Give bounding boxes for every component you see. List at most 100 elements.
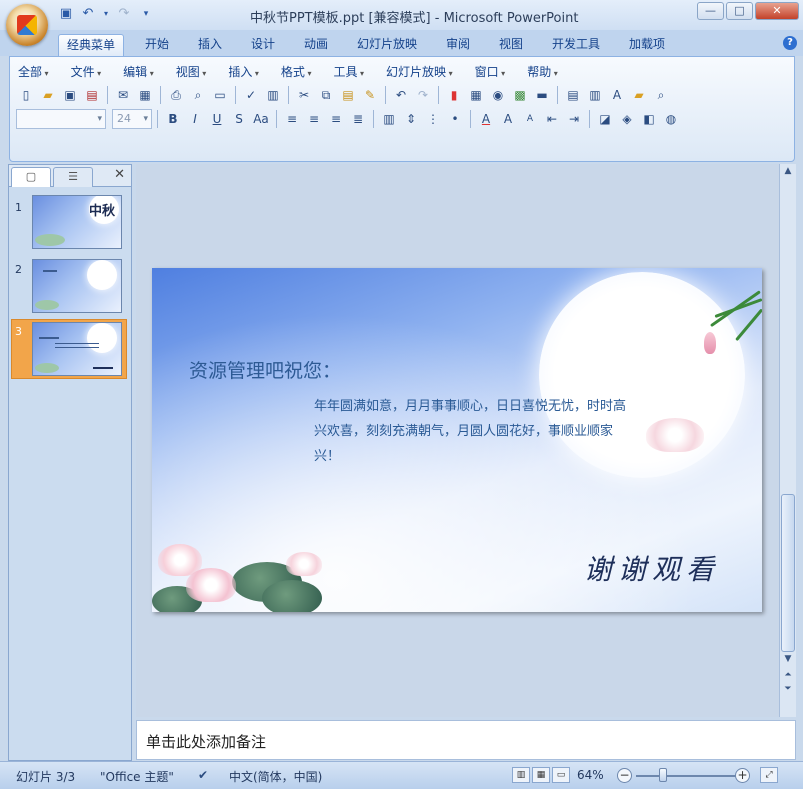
close-pane-icon[interactable]: ✕ (114, 167, 125, 182)
new-slide-icon[interactable]: ▤ (563, 85, 583, 105)
zoom-out-button[interactable]: − (617, 768, 632, 783)
grow-font-icon[interactable]: A (498, 109, 518, 129)
minimize-button[interactable]: — (697, 2, 724, 20)
shape-fill-icon[interactable]: ◍ (661, 109, 681, 129)
tab-outline[interactable]: ☰ (53, 167, 93, 187)
save-icon[interactable]: ▣ (60, 85, 80, 105)
zoom-slider-track[interactable] (636, 775, 736, 777)
tab-home[interactable]: 开始 (137, 34, 177, 56)
bullets-icon[interactable]: • (445, 109, 465, 129)
permission-icon[interactable]: ▤ (82, 85, 102, 105)
fit-to-window-icon[interactable]: ⤢ (760, 767, 778, 783)
font-name-combo[interactable] (16, 109, 106, 129)
arrange-icon[interactable]: ◈ (617, 109, 637, 129)
email-icon[interactable]: ✉ (113, 85, 133, 105)
change-case-icon[interactable]: Aa (251, 109, 271, 129)
save-icon[interactable]: ▣ (58, 6, 74, 22)
bold-icon[interactable]: B (163, 109, 183, 129)
slide-thanks-text[interactable]: 谢谢观看 (584, 548, 720, 588)
open-icon[interactable]: ▰ (38, 85, 58, 105)
new-icon[interactable]: ▯ (16, 85, 36, 105)
print-icon[interactable]: ⎙ (166, 85, 186, 105)
scroll-thumb[interactable] (781, 494, 795, 652)
paste-icon[interactable]: ▤ (338, 85, 358, 105)
slideshow-view-button[interactable]: ▭ (552, 767, 570, 783)
tab-review[interactable]: 审阅 (438, 34, 478, 56)
notes-pane[interactable]: 单击此处添加备注 (136, 720, 796, 760)
undo-dropdown-icon[interactable]: ▾ (102, 6, 110, 22)
spelling-icon[interactable]: ✓ (241, 85, 261, 105)
design-icon[interactable]: ▰ (629, 85, 649, 105)
tab-slides[interactable]: ▢ (11, 167, 51, 187)
quick-styles-icon[interactable]: ◧ (639, 109, 659, 129)
increase-indent-icon[interactable]: ⇥ (564, 109, 584, 129)
current-slide[interactable]: 资源管理吧祝您： 年年圆满如意，月月事事顺心，日日喜悦无忧，时时高兴欢喜，刻刻充… (152, 268, 762, 612)
maximize-button[interactable]: □ (726, 2, 753, 20)
textbox-icon[interactable]: A (607, 85, 627, 105)
cut-icon[interactable]: ✂ (294, 85, 314, 105)
slide-thumbnail-3[interactable] (32, 322, 122, 376)
slide-body-text[interactable]: 年年圆满如意，月月事事顺心，日日喜悦无忧，时时高兴欢喜，刻刻充满朝气，月圆人圆花… (314, 394, 634, 469)
scroll-down-icon[interactable]: ▼ (780, 654, 796, 664)
tab-view[interactable]: 视图 (491, 34, 531, 56)
scroll-up-icon[interactable]: ▲ (780, 166, 796, 176)
zoom-in-button[interactable]: + (735, 768, 750, 783)
underline-icon[interactable]: U (207, 109, 227, 129)
redo-icon[interactable]: ↷ (413, 85, 433, 105)
decrease-indent-icon[interactable]: ⇤ (542, 109, 562, 129)
shadow-icon[interactable]: S (229, 109, 249, 129)
columns-icon[interactable]: ▥ (379, 109, 399, 129)
slide-heading[interactable]: 资源管理吧祝您： (189, 356, 341, 383)
picture-icon[interactable]: ▩ (510, 85, 530, 105)
table-icon[interactable]: ▦ (466, 85, 486, 105)
slide-thumbnail-2[interactable] (32, 259, 122, 313)
hyperlink-icon[interactable]: ◉ (488, 85, 508, 105)
format-painter-icon[interactable]: ✎ (360, 85, 380, 105)
next-slide-icon[interactable]: ⏷ (780, 684, 796, 694)
tab-classic-menu[interactable]: 经典菜单 (58, 34, 125, 56)
menu-slideshow[interactable]: 幻灯片放映 (386, 63, 453, 80)
spell-check-icon[interactable]: ✔ (198, 768, 208, 782)
menu-help[interactable]: 帮助 (527, 63, 558, 80)
help-icon[interactable]: ? (783, 36, 797, 50)
copy-icon[interactable]: ⧉ (316, 85, 336, 105)
align-right-icon[interactable]: ≡ (326, 109, 346, 129)
menu-edit[interactable]: 编辑 (123, 63, 154, 80)
font-size-combo[interactable]: 24 (112, 109, 152, 129)
color-grayscale-icon[interactable]: ▬ (532, 85, 552, 105)
menu-all[interactable]: 全部 (18, 63, 49, 80)
zoom-level[interactable]: 64% (577, 768, 604, 782)
theme-status[interactable]: "Office 主题" (100, 768, 174, 785)
slide-sorter-icon[interactable]: ▭ (210, 85, 230, 105)
slide-layout-icon[interactable]: ▥ (585, 85, 605, 105)
align-left-icon[interactable]: ≡ (282, 109, 302, 129)
zoom-slider-handle[interactable] (659, 768, 667, 782)
tab-developer[interactable]: 开发工具 (544, 34, 608, 56)
tab-animation[interactable]: 动画 (296, 34, 336, 56)
menu-view[interactable]: 视图 (176, 63, 207, 80)
slide-thumbnail-1[interactable]: 中秋 (32, 195, 122, 249)
office-button[interactable] (6, 4, 48, 46)
research-icon[interactable]: ▥ (263, 85, 283, 105)
print-preview-icon[interactable]: ⌕ (188, 85, 208, 105)
normal-view-button[interactable]: ▥ (512, 767, 530, 783)
close-button[interactable]: ✕ (755, 2, 799, 20)
menu-window[interactable]: 窗口 (475, 63, 506, 80)
customize-qat-icon[interactable]: ▾ (138, 6, 154, 22)
slide-sorter-view-button[interactable]: ▦ (532, 767, 550, 783)
font-color-icon[interactable]: A (476, 109, 496, 129)
tab-addins[interactable]: 加载项 (621, 34, 673, 56)
align-center-icon[interactable]: ≡ (304, 109, 324, 129)
menu-insert[interactable]: 插入 (228, 63, 259, 80)
tab-design[interactable]: 设计 (243, 34, 283, 56)
tab-insert[interactable]: 插入 (190, 34, 230, 56)
zoom-icon[interactable]: ⌕ (651, 85, 671, 105)
undo-icon[interactable]: ↶ (80, 6, 96, 22)
redo-icon[interactable]: ↷ (116, 6, 132, 22)
line-spacing-icon[interactable]: ⇕ (401, 109, 421, 129)
numbering-icon[interactable]: ⋮ (423, 109, 443, 129)
shrink-font-icon[interactable]: A (520, 109, 540, 129)
language-status[interactable]: 中文(简体，中国) (229, 768, 322, 785)
menu-file[interactable]: 文件 (71, 63, 102, 80)
chart-icon[interactable]: ▮ (444, 85, 464, 105)
